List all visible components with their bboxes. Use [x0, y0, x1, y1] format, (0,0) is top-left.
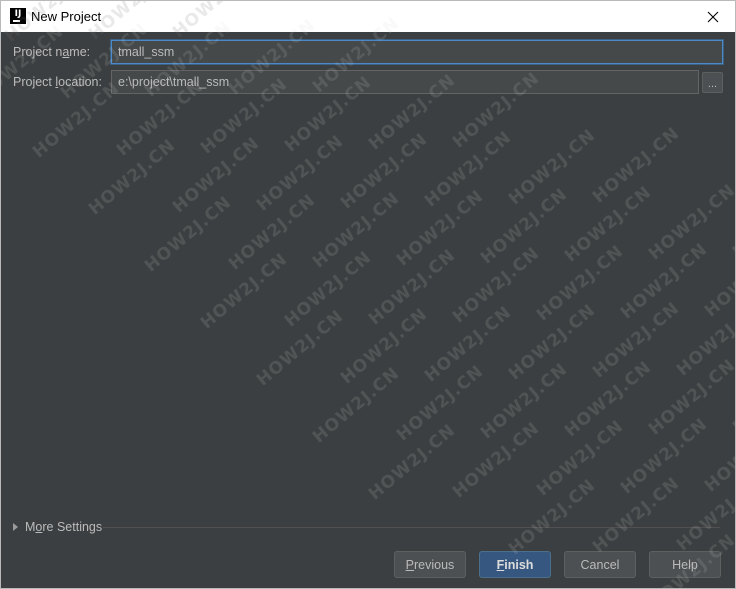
finish-button[interactable]: Finish — [479, 551, 551, 578]
browse-location-button[interactable]: ... — [702, 72, 723, 93]
project-location-input[interactable] — [111, 70, 699, 94]
help-button[interactable]: Help — [649, 551, 721, 578]
dialog-content: Project name: Project location: ... More… — [1, 32, 735, 588]
intellij-app-icon: IJ — [10, 8, 26, 24]
close-button[interactable] — [691, 1, 735, 32]
cancel-button[interactable]: Cancel — [564, 551, 636, 578]
new-project-dialog: IJ New Project Project name: Project loc… — [0, 0, 736, 589]
more-settings-label: More Settings — [25, 520, 103, 534]
project-location-label: Project location: — [13, 75, 102, 89]
more-settings-toggle[interactable]: More Settings — [13, 520, 102, 534]
window-title: New Project — [31, 9, 102, 24]
more-settings-separator — [103, 527, 720, 528]
title-bar: IJ New Project — [1, 1, 735, 32]
project-name-label: Project name: — [13, 45, 91, 59]
project-name-input[interactable] — [111, 40, 723, 64]
ellipsis-icon: ... — [707, 78, 718, 90]
previous-button[interactable]: Previous — [394, 551, 466, 578]
app-icon-text: IJ — [14, 9, 22, 19]
close-icon — [707, 11, 719, 22]
expand-arrow-icon — [13, 523, 18, 531]
